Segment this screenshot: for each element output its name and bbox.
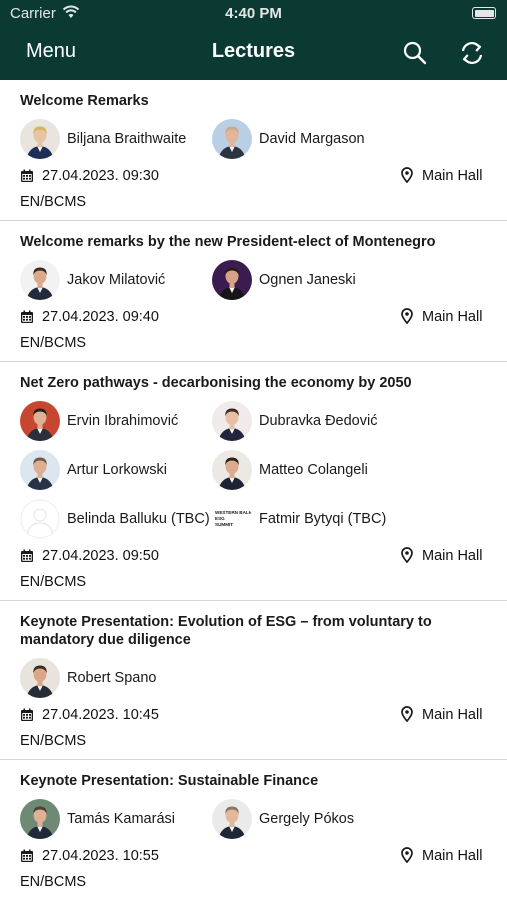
calendar-icon [20, 549, 34, 563]
speaker-list: Biljana Braithwaite David Margason [20, 110, 487, 159]
speaker-avatar [20, 401, 60, 441]
speaker-avatar [212, 119, 252, 159]
location-pin-icon [401, 167, 413, 184]
speaker-list: Ervin Ibrahimović Dubravka Đedović Artur… [20, 392, 487, 539]
lecture-meta: 27.04.2023. 10:45 Main Hall [20, 706, 487, 726]
status-time: 4:40 PM [225, 5, 282, 22]
speaker-name: Belinda Balluku (TBC) [67, 511, 210, 527]
speaker-avatar [20, 260, 60, 300]
lecture-language: EN/BCMS [20, 194, 87, 210]
app-header: Carrier 4:40 PM Menu Lectures [0, 0, 507, 80]
lecture-card[interactable]: Welcome Remarks Biljana Braithwaite Davi… [0, 80, 507, 221]
speaker-item[interactable]: Gergely Pókos [212, 799, 404, 839]
svg-text:WESTERN BALKANS: WESTERN BALKANS [215, 510, 252, 515]
lecture-title: Welcome Remarks [20, 93, 149, 109]
speaker-item[interactable]: Jakov Milatović [20, 260, 212, 300]
lecture-language: EN/BCMS [20, 874, 87, 890]
speaker-item[interactable]: Ognen Janeski [212, 260, 404, 300]
page-title: Lectures [211, 40, 296, 62]
lecture-meta: 27.04.2023. 09:40 Main Hall [20, 308, 487, 328]
speaker-name: Tamás Kamarási [67, 811, 175, 827]
speaker-item[interactable]: Ervin Ibrahimović [20, 401, 212, 441]
speaker-name: Robert Spano [67, 670, 157, 686]
calendar-icon [20, 310, 34, 324]
lecture-card[interactable]: Keynote Presentation: Sustainable Financ… [0, 760, 507, 900]
lecture-location: Main Hall [422, 707, 483, 723]
speaker-item[interactable]: Tamás Kamarási [20, 799, 212, 839]
svg-text:SUMMIT: SUMMIT [215, 522, 233, 527]
lecture-location: Main Hall [422, 548, 483, 564]
lecture-datetime: 27.04.2023. 10:45 [42, 707, 159, 723]
lecture-location: Main Hall [422, 309, 483, 325]
lecture-list[interactable]: Welcome Remarks Biljana Braithwaite Davi… [0, 80, 507, 900]
speaker-avatar [20, 799, 60, 839]
speaker-item[interactable]: Belinda Balluku (TBC) [20, 499, 212, 539]
speaker-list: Robert Spano [20, 649, 487, 698]
lecture-title: Welcome remarks by the new President-ele… [20, 234, 436, 250]
battery-icon [472, 7, 496, 19]
location-pin-icon [401, 706, 413, 723]
speaker-avatar [212, 450, 252, 490]
lecture-meta: 27.04.2023. 10:55 Main Hall [20, 847, 487, 867]
lecture-language: EN/BCMS [20, 733, 87, 749]
lecture-language: EN/BCMS [20, 335, 87, 351]
speaker-name: Artur Lorkowski [67, 462, 167, 478]
speaker-item[interactable]: David Margason [212, 119, 404, 159]
speaker-avatar [212, 401, 252, 441]
lecture-datetime: 27.04.2023. 09:50 [42, 548, 159, 564]
speaker-avatar [212, 260, 252, 300]
speaker-logo: WESTERN BALKANS ESG SUMMIT [212, 499, 252, 539]
speaker-avatar [20, 658, 60, 698]
lecture-language: EN/BCMS [20, 574, 87, 590]
speaker-avatar [212, 799, 252, 839]
lecture-meta: 27.04.2023. 09:30 Main Hall [20, 167, 487, 187]
speaker-item[interactable]: WESTERN BALKANS ESG SUMMIT Fatmir Bytyqi… [212, 499, 404, 539]
lecture-card[interactable]: Welcome remarks by the new President-ele… [0, 221, 507, 362]
location-pin-icon [401, 547, 413, 564]
speaker-avatar [20, 119, 60, 159]
speaker-name: Ervin Ibrahimović [67, 413, 179, 429]
speaker-avatar [20, 450, 60, 490]
speaker-name: Matteo Colangeli [259, 462, 368, 478]
calendar-icon [20, 708, 34, 722]
speaker-name: Dubravka Đedović [259, 413, 378, 429]
speaker-name: Biljana Braithwaite [67, 131, 187, 147]
svg-text:ESG: ESG [215, 516, 225, 521]
speaker-item[interactable]: Matteo Colangeli [212, 450, 404, 490]
refresh-icon[interactable] [458, 40, 486, 66]
speaker-name: Ognen Janeski [259, 272, 356, 288]
lecture-datetime: 27.04.2023. 09:30 [42, 168, 159, 184]
speaker-list: Tamás Kamarási Gergely Pókos [20, 790, 487, 839]
location-pin-icon [401, 847, 413, 864]
lecture-datetime: 27.04.2023. 10:55 [42, 848, 159, 864]
lecture-meta: 27.04.2023. 09:50 Main Hall [20, 547, 487, 567]
lecture-datetime: 27.04.2023. 09:40 [42, 309, 159, 325]
speaker-name: Fatmir Bytyqi (TBC) [259, 511, 387, 527]
lecture-card[interactable]: Net Zero pathways - decarbonising the ec… [0, 362, 507, 601]
speaker-item[interactable]: Dubravka Đedović [212, 401, 404, 441]
lecture-title: Net Zero pathways - decarbonising the ec… [20, 375, 412, 391]
lecture-location: Main Hall [422, 848, 483, 864]
speaker-list: Jakov Milatović Ognen Janeski [20, 251, 487, 300]
calendar-icon [20, 169, 34, 183]
speaker-item[interactable]: Artur Lorkowski [20, 450, 212, 490]
calendar-icon [20, 849, 34, 863]
status-bar: Carrier 4:40 PM [0, 0, 507, 28]
lecture-location: Main Hall [422, 168, 483, 184]
lecture-title: Keynote Presentation: Evolution of ESG –… [20, 614, 432, 648]
speaker-item[interactable]: Robert Spano [20, 658, 212, 698]
search-icon[interactable] [402, 40, 428, 66]
speaker-name: Jakov Milatović [67, 272, 166, 288]
location-pin-icon [401, 308, 413, 325]
speaker-avatar [20, 499, 60, 539]
lecture-card[interactable]: Keynote Presentation: Evolution of ESG –… [0, 601, 507, 760]
speaker-name: Gergely Pókos [259, 811, 355, 827]
lecture-title: Keynote Presentation: Sustainable Financ… [20, 773, 319, 789]
speaker-item[interactable]: Biljana Braithwaite [20, 119, 212, 159]
speaker-name: David Margason [259, 131, 365, 147]
